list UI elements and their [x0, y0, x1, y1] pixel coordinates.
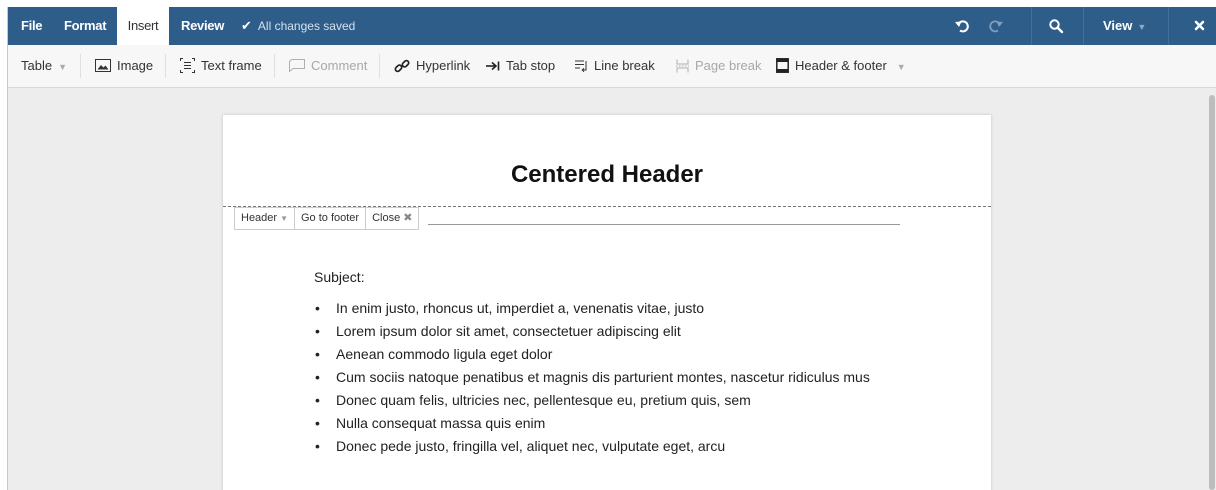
- hyperlink-button[interactable]: Hyperlink: [394, 45, 470, 87]
- list-item: • Lorem ipsum dolor sit amet, consectetue…: [314, 322, 870, 345]
- text-frame-label: Text frame: [201, 58, 262, 73]
- hyperlink-label: Hyperlink: [416, 58, 471, 73]
- chevron-down-icon: ▼: [896, 62, 906, 72]
- chevron-down-icon: ▼: [1137, 22, 1147, 32]
- menu-file[interactable]: File: [21, 7, 43, 45]
- page-header-text[interactable]: Centered Header: [123, 161, 1091, 189]
- comment-button[interactable]: Comment: [289, 45, 367, 87]
- bullet-icon: •: [315, 369, 320, 385]
- menu-bar: File Format Insert Review ✔ All changes s…: [8, 7, 1216, 45]
- list-item: • Donec pede justo, fringilla vel, alique…: [314, 437, 870, 460]
- close-header-button[interactable]: Close ✖: [366, 208, 418, 229]
- header-footer-icon: [776, 58, 789, 74]
- text-frame-button[interactable]: Text frame: [180, 45, 262, 87]
- save-status-text: All changes saved: [257, 19, 356, 33]
- list-item-text: In enim justo, rhoncus ut, imperdiet a, …: [336, 300, 705, 316]
- table-label: Table: [21, 58, 53, 73]
- tab-stop-icon: [486, 61, 500, 71]
- list-item-text: Lorem ipsum dolor sit amet, consectetuer…: [336, 323, 681, 339]
- scrollbar-thumb[interactable]: [1209, 95, 1215, 490]
- close-icon: ✖: [403, 212, 413, 224]
- menu-insert[interactable]: Insert: [117, 7, 169, 45]
- list-item-text: Nulla consequat massa quis enim: [336, 415, 546, 431]
- page-break-label: Page break: [695, 58, 762, 73]
- document-page[interactable]: Centered Header Header ▼ Go to footer Clo…: [223, 115, 991, 490]
- toolbar-divider: [379, 54, 380, 78]
- insert-toolbar: Table ▼ Image Text frame Comment Hyperli…: [8, 45, 1216, 88]
- bullet-icon: •: [315, 346, 320, 362]
- header-footer-label: Header & footer: [795, 58, 887, 73]
- text-frame-icon: [180, 58, 195, 74]
- menu-format[interactable]: Format: [64, 7, 107, 45]
- bullet-icon: •: [315, 392, 320, 408]
- image-label: Image: [117, 58, 154, 73]
- page-break-button[interactable]: Page break: [676, 45, 762, 87]
- bullet-icon: •: [315, 438, 320, 454]
- search-icon[interactable]: [1048, 18, 1064, 34]
- header-footer-dropdown[interactable]: Header & footer ▼: [776, 45, 906, 87]
- save-status: ✔ All changes saved: [241, 7, 355, 45]
- subject-line: Subject:: [314, 269, 365, 285]
- close-icon[interactable]: [1184, 7, 1216, 45]
- list-item: • In enim justo, rhoncus ut, imperdiet a,…: [314, 299, 870, 322]
- page-break-icon: [676, 59, 689, 73]
- menubar-divider: [1083, 7, 1084, 45]
- bullet-icon: •: [315, 323, 320, 339]
- close-header-label: Close: [372, 212, 401, 224]
- toolbar-divider: [274, 54, 275, 78]
- toolbar-divider: [80, 54, 81, 78]
- menu-view[interactable]: View ▼: [1103, 7, 1146, 45]
- list-item: • Aenean commodo ligula eget dolor: [314, 345, 870, 368]
- list-item-text: Aenean commodo ligula eget dolor: [336, 346, 553, 362]
- list-item: • Cum sociis natoque penatibus et magnis …: [314, 368, 870, 391]
- image-icon: [95, 59, 111, 73]
- list-item-text: Donec quam felis, ultricies nec, pellent…: [336, 392, 751, 408]
- go-to-footer-button[interactable]: Go to footer: [295, 208, 367, 229]
- line-break-button[interactable]: Line break: [575, 45, 655, 87]
- header-dropdown[interactable]: Header ▼: [235, 208, 295, 229]
- undo-icon[interactable]: [954, 18, 970, 34]
- list-item: • Donec quam felis, ultricies nec, pellen…: [314, 391, 870, 414]
- tab-stop-label: Tab stop: [506, 58, 556, 73]
- image-button[interactable]: Image: [95, 45, 153, 87]
- line-break-label: Line break: [594, 58, 655, 73]
- chevron-down-icon: ▼: [58, 62, 67, 72]
- list-item-text: Donec pede justo, fringilla vel, aliquet…: [336, 438, 726, 454]
- table-dropdown[interactable]: Table ▼: [21, 45, 67, 87]
- chevron-down-icon: ▼: [280, 214, 288, 223]
- header-dropdown-label: Header: [241, 212, 278, 224]
- comment-label: Comment: [311, 58, 368, 73]
- link-icon: [394, 59, 410, 72]
- list-item: • Nulla consequat massa quis enim: [314, 414, 870, 437]
- app-window: File Format Insert Review ✔ All changes s…: [7, 7, 1216, 490]
- bullet-icon: •: [315, 415, 320, 431]
- bullet-icon: •: [315, 300, 320, 316]
- line-break-icon: [575, 60, 587, 72]
- menubar-divider: [1031, 7, 1032, 45]
- menubar-divider: [1168, 7, 1169, 45]
- comment-icon: [289, 59, 305, 73]
- redo-icon[interactable]: [988, 18, 1004, 34]
- menu-view-label: View: [1103, 18, 1133, 33]
- checkmark-icon: ✔: [241, 18, 252, 33]
- header-rule: [428, 224, 900, 225]
- menu-review[interactable]: Review: [181, 7, 224, 45]
- tab-stop-button[interactable]: Tab stop: [486, 45, 555, 87]
- toolbar-divider: [165, 54, 166, 78]
- bullet-list: • In enim justo, rhoncus ut, imperdiet a,…: [314, 299, 870, 460]
- header-footer-controls: Header ▼ Go to footer Close ✖: [234, 207, 420, 230]
- list-item-text: Cum sociis natoque penatibus et magnis d…: [336, 369, 870, 385]
